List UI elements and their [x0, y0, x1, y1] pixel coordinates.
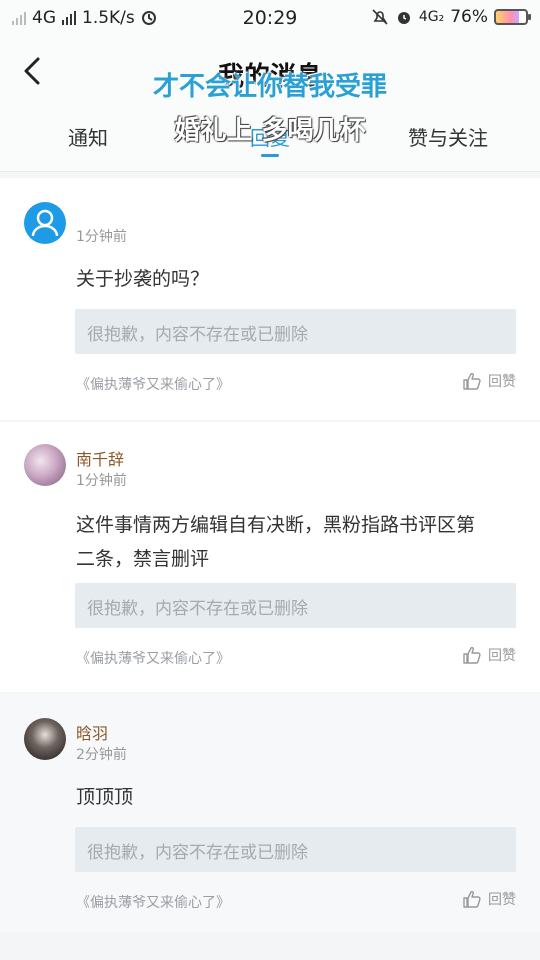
like-back-button[interactable]: 回赞 — [462, 371, 516, 391]
comment-text: 这件事情两方编辑自有决断，黑粉指路书评区第 二条，禁言删评 — [76, 508, 516, 576]
battery-icon — [494, 9, 531, 25]
quoted-content[interactable]: 很抱歉，内容不存在或已删除 — [75, 309, 516, 354]
timestamp: 1分钟前 — [76, 229, 127, 245]
comment-text: 顶顶顶 — [76, 786, 134, 808]
thumbs-up-icon — [463, 372, 481, 390]
thumbs-up-icon — [463, 646, 481, 664]
like-back-button[interactable]: 回赞 — [462, 645, 516, 665]
default-user-icon — [31, 209, 59, 237]
alarm-icon — [397, 12, 410, 24]
thumbs-up-icon — [463, 890, 481, 908]
timestamp: 2分钟前 — [76, 747, 127, 763]
message-card[interactable]: 晗羽 2分钟前 顶顶顶 很抱歉，内容不存在或已删除 《偏执薄爷又来偷心了》 回赞 — [0, 694, 540, 932]
username[interactable]: 晗羽 — [76, 720, 108, 744]
like-back-button[interactable]: 回赞 — [462, 889, 516, 909]
avatar[interactable] — [24, 444, 66, 486]
network2-label: 4G₂ — [418, 9, 445, 25]
quoted-content[interactable]: 很抱歉，内容不存在或已删除 — [75, 827, 516, 872]
like-back-label: 回赞 — [488, 374, 516, 390]
comment-line: 这件事情两方编辑自有决断，黑粉指路书评区第 — [76, 514, 476, 536]
message-card[interactable]: 南千辞 1分钟前 这件事情两方编辑自有决断，黑粉指路书评区第 二条，禁言删评 很… — [0, 422, 540, 692]
mute-bell-icon — [372, 9, 388, 25]
book-source-link[interactable]: 《偏执薄爷又来偷心了》 — [76, 648, 230, 668]
avatar[interactable] — [24, 202, 66, 244]
book-source-link[interactable]: 《偏执薄爷又来偷心了》 — [76, 374, 230, 394]
status-bar: 4G 1.5K/s 20:29 4G₂ 76% — [0, 0, 540, 36]
lyric-overlay-line1: 才不会让你替我受罪 — [152, 72, 387, 102]
header: 我的消息 才不会让你替我受罪 通知 回复 赞与关注 婚礼上 多喝几杯 — [0, 36, 540, 172]
active-tab-indicator — [261, 154, 279, 157]
comment-line: 二条，禁言删评 — [76, 548, 210, 570]
status-right: 4G₂ 76% — [371, 7, 531, 27]
battery-percent: 76% — [450, 7, 488, 27]
username[interactable]: 南千辞 — [76, 446, 124, 470]
like-back-label: 回赞 — [488, 648, 516, 664]
book-source-link[interactable]: 《偏执薄爷又来偷心了》 — [76, 892, 230, 912]
timestamp: 1分钟前 — [76, 473, 127, 489]
comment-text: 关于抄袭的吗？ — [76, 268, 210, 290]
like-back-label: 回赞 — [488, 892, 516, 908]
lyric-overlay-line2: 婚礼上 多喝几杯 — [174, 116, 366, 146]
avatar[interactable] — [24, 718, 66, 760]
message-card[interactable]: 1分钟前 关于抄袭的吗？ 很抱歉，内容不存在或已删除 《偏执薄爷又来偷心了》 回… — [0, 178, 540, 420]
quoted-content[interactable]: 很抱歉，内容不存在或已删除 — [75, 583, 516, 628]
